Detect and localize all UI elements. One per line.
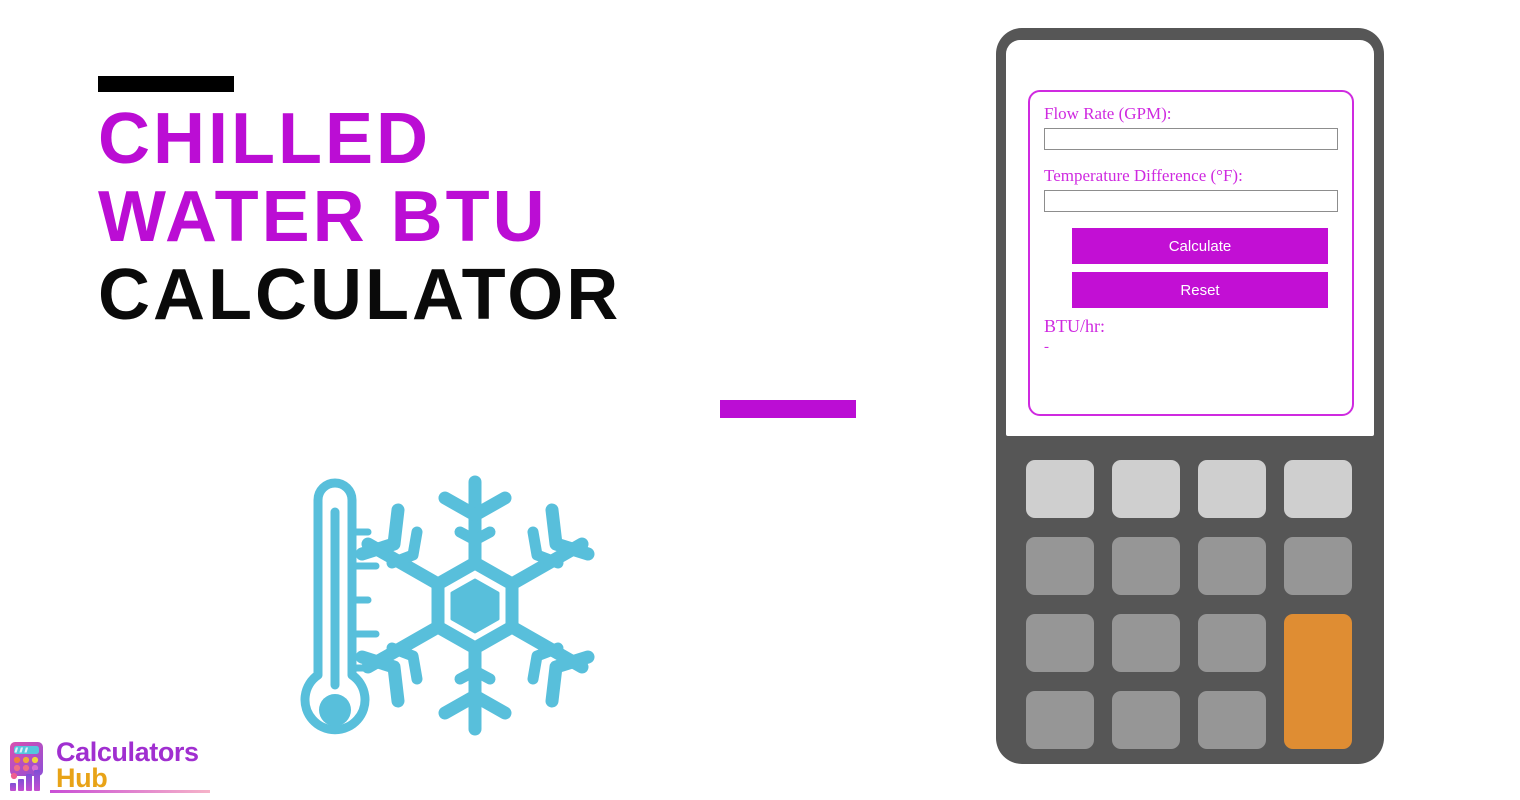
calculator-screen: Flow Rate (GPM): Temperature Difference … [1006, 40, 1374, 436]
page-title-line-3: Calculator [98, 255, 622, 335]
flow-rate-label: Flow Rate (GPM): [1044, 104, 1172, 123]
page-title: Chilled Water BTU Calculator [98, 100, 878, 334]
keypad-key[interactable] [1026, 691, 1094, 749]
field-group-flow-rate: Flow Rate (GPM): [1044, 104, 1338, 150]
reset-button[interactable]: Reset [1072, 272, 1328, 308]
temperature-difference-label: Temperature Difference (°F): [1044, 166, 1243, 185]
brand-underline [50, 790, 210, 793]
keypad-key[interactable] [1026, 460, 1094, 518]
calculator-bar-chart-logo-icon [4, 740, 50, 792]
brand-wordmark: Calculators Hub [56, 739, 199, 793]
field-group-temp-difference: Temperature Difference (°F): [1044, 166, 1338, 212]
calculator-device: Flow Rate (GPM): Temperature Difference … [996, 28, 1384, 764]
brand-logo: Calculators Hub [4, 739, 199, 793]
keypad-key[interactable] [1112, 460, 1180, 518]
keypad-key[interactable] [1284, 460, 1352, 518]
temperature-difference-input[interactable] [1044, 190, 1338, 212]
keypad-key[interactable] [1026, 537, 1094, 595]
keypad-key[interactable] [1284, 537, 1352, 595]
keypad-key-equals[interactable] [1284, 614, 1352, 749]
keypad-key[interactable] [1026, 614, 1094, 672]
keypad-key[interactable] [1112, 691, 1180, 749]
title-rule-top [98, 76, 234, 92]
calculate-button[interactable]: Calculate [1072, 228, 1328, 264]
page-title-line-1: Chilled [98, 99, 431, 179]
keypad-key[interactable] [1198, 537, 1266, 595]
hero-panel: Chilled Water BTU Calculator [0, 0, 960, 800]
thermometer-snowflake-icon [290, 470, 600, 760]
keypad-key[interactable] [1198, 614, 1266, 672]
flow-rate-input[interactable] [1044, 128, 1338, 150]
keypad-key[interactable] [1112, 537, 1180, 595]
title-rule-bottom [720, 400, 856, 418]
keypad-key[interactable] [1198, 460, 1266, 518]
keypad-key[interactable] [1198, 691, 1266, 749]
brand-name-secondary: Hub [56, 763, 108, 793]
result-label: BTU/hr: [1044, 316, 1105, 336]
calculator-keypad [1026, 460, 1354, 758]
keypad-key[interactable] [1112, 614, 1180, 672]
form-actions: Calculate Reset [1044, 228, 1338, 308]
result-value: - [1044, 339, 1049, 355]
page-title-line-2: Water BTU [98, 177, 548, 257]
btu-calculator-form: Flow Rate (GPM): Temperature Difference … [1028, 90, 1354, 416]
